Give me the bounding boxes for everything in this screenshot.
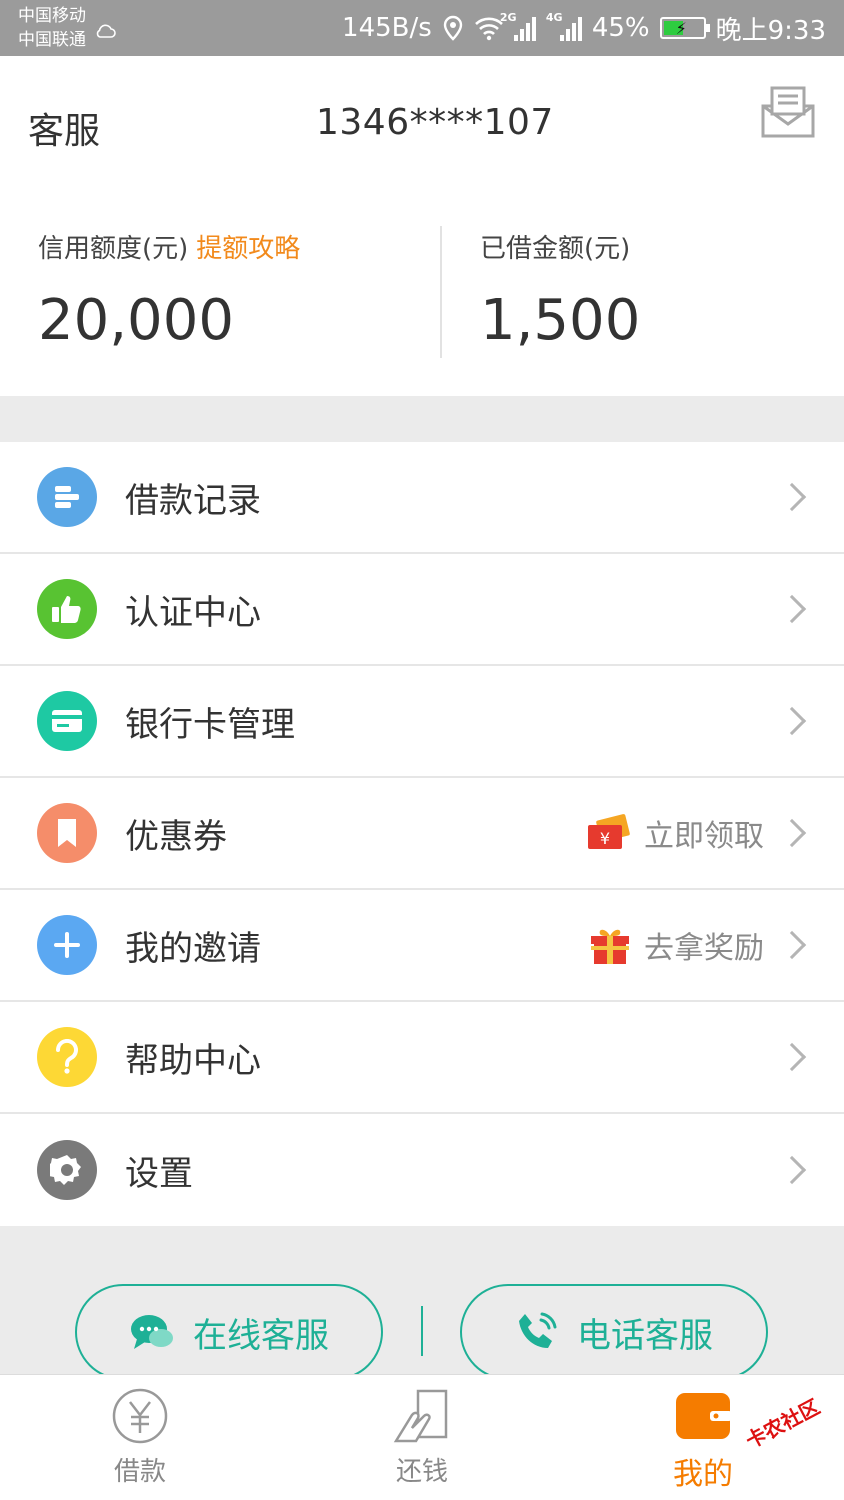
- carrier-names: 中国移动 中国联通: [18, 4, 86, 52]
- tab-repay[interactable]: 还钱: [362, 1387, 482, 1488]
- carrier-2: 中国联通: [18, 30, 86, 50]
- tab-loan-label: 借款: [113, 1457, 166, 1487]
- repay-card-icon: [393, 1389, 448, 1443]
- net-type-2: 4G: [545, 11, 563, 24]
- gear-icon: [37, 1140, 97, 1200]
- online-service-label: 在线客服: [193, 1315, 329, 1356]
- chevron-right-icon: [777, 1155, 807, 1185]
- thumbs-up-icon: [37, 579, 97, 639]
- tab-repay-label: 还钱: [395, 1457, 448, 1487]
- invite-reward-text: 去拿奖励: [644, 931, 764, 966]
- tab-mine-label: 我的: [673, 1457, 733, 1492]
- credit-limit-value: 20,000: [38, 288, 234, 353]
- net-speed: 145B/s: [342, 13, 432, 43]
- menu-item-help-center[interactable]: 帮助中心: [0, 1002, 844, 1114]
- service-divider: [421, 1306, 423, 1356]
- credit-limit-label: 信用额度(元): [38, 234, 189, 264]
- customer-service-link[interactable]: 客服: [28, 102, 100, 154]
- bottom-tab-bar: 借款 还钱 我的: [0, 1374, 844, 1500]
- status-bar: 中国移动 中国联通 145B/s 2G 4G 45% ⚡ 晚上9:33: [0, 0, 844, 56]
- net-type-1: 2G: [499, 11, 517, 24]
- menu-item-verification[interactable]: 认证中心: [0, 554, 844, 666]
- list-icon: [37, 467, 97, 527]
- chevron-right-icon: [777, 482, 807, 512]
- clock: 晚上9:33: [715, 15, 826, 46]
- user-phone: 1346****107: [316, 102, 554, 143]
- menu-label: 我的邀请: [125, 928, 261, 969]
- coupon-claim-text: 立即领取: [644, 819, 764, 854]
- chevron-right-icon: [777, 706, 807, 736]
- battery-icon: ⚡: [659, 17, 710, 39]
- borrowed-amount-label: 已借金额(元): [480, 234, 631, 264]
- bookmark-icon: [37, 803, 97, 863]
- tab-mine[interactable]: 我的: [643, 1387, 763, 1493]
- question-icon: [37, 1027, 97, 1087]
- menu-label: 银行卡管理: [125, 704, 295, 745]
- message-envelope-icon[interactable]: [760, 84, 816, 140]
- menu-label: 帮助中心: [125, 1040, 261, 1081]
- chevron-right-icon: [777, 1042, 807, 1072]
- phone-service-label: 电话客服: [577, 1315, 713, 1356]
- plus-icon: [37, 915, 97, 975]
- menu-label: 借款记录: [125, 480, 261, 521]
- phone-call-icon: [519, 1312, 557, 1348]
- signal-2g-icon: 2G: [500, 11, 536, 41]
- location-icon: [443, 15, 463, 41]
- gift-icon: [591, 929, 629, 964]
- menu-item-settings[interactable]: 设置: [0, 1114, 844, 1226]
- tab-loan[interactable]: 借款: [80, 1387, 200, 1488]
- menu-label: 优惠券: [125, 816, 227, 857]
- coupon-claim-hint: ¥ 立即领取: [584, 811, 764, 855]
- carrier-1: 中国移动: [18, 6, 86, 26]
- menu-item-bank-cards[interactable]: 银行卡管理: [0, 666, 844, 778]
- chevron-right-icon: [777, 930, 807, 960]
- credit-limit-label-row: 信用额度(元) 提额攻略: [38, 228, 300, 265]
- signal-4g-icon: 4G: [546, 11, 582, 41]
- bank-card-icon: [37, 691, 97, 751]
- online-service-button[interactable]: 在线客服: [75, 1284, 383, 1374]
- customer-service-area: 在线客服 电话客服: [0, 1228, 844, 1374]
- menu-list: 借款记录 认证中心 银行卡管理 优惠券 ¥ 立即领取 我的邀请 去拿奖励 帮助中…: [0, 442, 844, 1226]
- yuan-circle-icon: [112, 1388, 168, 1444]
- menu-label: 设置: [125, 1153, 193, 1194]
- wallet-icon: [676, 1393, 732, 1439]
- raise-limit-link[interactable]: 提额攻略: [196, 234, 300, 264]
- cloud-icon: [96, 24, 116, 38]
- chat-bubble-icon: [131, 1315, 173, 1349]
- svg-text:¥: ¥: [600, 829, 610, 848]
- coupon-ticket-icon: ¥: [588, 814, 630, 849]
- invite-reward-hint: 去拿奖励: [588, 923, 764, 967]
- menu-label: 认证中心: [125, 592, 261, 633]
- menu-item-loan-records[interactable]: 借款记录: [0, 442, 844, 554]
- menu-item-invitations[interactable]: 我的邀请 去拿奖励: [0, 890, 844, 1002]
- menu-item-coupons[interactable]: 优惠券 ¥ 立即领取: [0, 778, 844, 890]
- battery-percent: 45%: [591, 13, 650, 43]
- phone-service-button[interactable]: 电话客服: [460, 1284, 768, 1374]
- account-header: 客服 1346****107 信用额度(元) 提额攻略 20,000 已借金额(元…: [0, 56, 844, 396]
- chevron-right-icon: [777, 818, 807, 848]
- borrowed-amount-value: 1,500: [480, 288, 641, 353]
- chevron-right-icon: [777, 594, 807, 624]
- header-divider: [440, 226, 442, 358]
